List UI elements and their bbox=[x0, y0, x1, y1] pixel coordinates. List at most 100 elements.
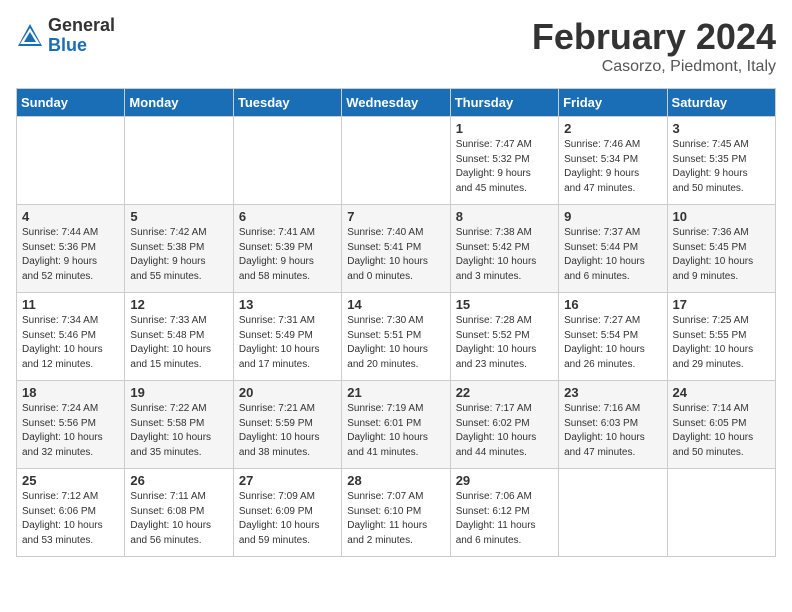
day-info: Sunrise: 7:06 AM Sunset: 6:12 PM Dayligh… bbox=[456, 490, 553, 548]
day-info: Sunrise: 7:21 AM Sunset: 5:59 PM Dayligh… bbox=[239, 402, 336, 460]
calendar-cell: 23 Sunrise: 7:16 AM Sunset: 6:03 PM Dayli… bbox=[559, 381, 667, 469]
calendar-cell: 27 Sunrise: 7:09 AM Sunset: 6:09 PM Dayli… bbox=[233, 469, 341, 557]
calendar-cell: 12 Sunrise: 7:33 AM Sunset: 5:48 PM Dayli… bbox=[125, 293, 233, 381]
calendar-cell: 1 Sunrise: 7:47 AM Sunset: 5:32 PM Daylig… bbox=[450, 117, 558, 205]
calendar-cell: 26 Sunrise: 7:11 AM Sunset: 6:08 PM Dayli… bbox=[125, 469, 233, 557]
day-info: Sunrise: 7:36 AM Sunset: 5:45 PM Dayligh… bbox=[673, 226, 770, 284]
calendar-cell: 29 Sunrise: 7:06 AM Sunset: 6:12 PM Dayli… bbox=[450, 469, 558, 557]
day-number: 4 bbox=[22, 209, 119, 224]
calendar-week-row: 1 Sunrise: 7:47 AM Sunset: 5:32 PM Daylig… bbox=[17, 117, 776, 205]
calendar-cell: 19Sunrise: 7:22 AM Sunset: 5:58 PM Dayli… bbox=[125, 381, 233, 469]
day-number: 8 bbox=[456, 209, 553, 224]
month-title: February 2024 bbox=[532, 16, 776, 58]
day-info: Sunrise: 7:33 AM Sunset: 5:48 PM Dayligh… bbox=[130, 314, 227, 372]
calendar-cell: 8Sunrise: 7:38 AM Sunset: 5:42 PM Daylig… bbox=[450, 205, 558, 293]
day-info: Sunrise: 7:31 AM Sunset: 5:49 PM Dayligh… bbox=[239, 314, 336, 372]
calendar-week-row: 4 Sunrise: 7:44 AM Sunset: 5:36 PM Daylig… bbox=[17, 205, 776, 293]
day-info: Sunrise: 7:42 AM Sunset: 5:38 PM Dayligh… bbox=[130, 226, 227, 284]
day-number: 17 bbox=[673, 297, 770, 312]
calendar-week-row: 18Sunrise: 7:24 AM Sunset: 5:56 PM Dayli… bbox=[17, 381, 776, 469]
calendar-cell: 16 Sunrise: 7:27 AM Sunset: 5:54 PM Dayli… bbox=[559, 293, 667, 381]
day-info: Sunrise: 7:25 AM Sunset: 5:55 PM Dayligh… bbox=[673, 314, 770, 372]
day-number: 2 bbox=[564, 121, 661, 136]
calendar-cell: 9Sunrise: 7:37 AM Sunset: 5:44 PM Daylig… bbox=[559, 205, 667, 293]
day-of-week-header: Thursday bbox=[450, 89, 558, 117]
calendar-cell: 2Sunrise: 7:46 AM Sunset: 5:34 PM Daylig… bbox=[559, 117, 667, 205]
location-title: Casorzo, Piedmont, Italy bbox=[532, 58, 776, 76]
day-number: 1 bbox=[456, 121, 553, 136]
day-number: 19 bbox=[130, 385, 227, 400]
day-number: 14 bbox=[347, 297, 444, 312]
calendar-header-row: SundayMondayTuesdayWednesdayThursdayFrid… bbox=[17, 89, 776, 117]
calendar-body: 1 Sunrise: 7:47 AM Sunset: 5:32 PM Daylig… bbox=[17, 117, 776, 557]
day-info: Sunrise: 7:41 AM Sunset: 5:39 PM Dayligh… bbox=[239, 226, 336, 284]
calendar-cell: 20Sunrise: 7:21 AM Sunset: 5:59 PM Dayli… bbox=[233, 381, 341, 469]
day-of-week-header: Saturday bbox=[667, 89, 775, 117]
logo: General Blue bbox=[16, 16, 115, 56]
logo-icon bbox=[16, 22, 44, 50]
calendar-cell: 14 Sunrise: 7:30 AM Sunset: 5:51 PM Dayli… bbox=[342, 293, 450, 381]
day-number: 23 bbox=[564, 385, 661, 400]
day-number: 29 bbox=[456, 473, 553, 488]
day-of-week-header: Friday bbox=[559, 89, 667, 117]
day-number: 6 bbox=[239, 209, 336, 224]
day-info: Sunrise: 7:14 AM Sunset: 6:05 PM Dayligh… bbox=[673, 402, 770, 460]
calendar-cell: 3Sunrise: 7:45 AM Sunset: 5:35 PM Daylig… bbox=[667, 117, 775, 205]
calendar-cell: 5 Sunrise: 7:42 AM Sunset: 5:38 PM Daylig… bbox=[125, 205, 233, 293]
day-number: 11 bbox=[22, 297, 119, 312]
calendar-cell bbox=[17, 117, 125, 205]
calendar-week-row: 11 Sunrise: 7:34 AM Sunset: 5:46 PM Dayli… bbox=[17, 293, 776, 381]
day-info: Sunrise: 7:19 AM Sunset: 6:01 PM Dayligh… bbox=[347, 402, 444, 460]
day-number: 13 bbox=[239, 297, 336, 312]
calendar-week-row: 25 Sunrise: 7:12 AM Sunset: 6:06 PM Dayli… bbox=[17, 469, 776, 557]
day-info: Sunrise: 7:28 AM Sunset: 5:52 PM Dayligh… bbox=[456, 314, 553, 372]
day-info: Sunrise: 7:17 AM Sunset: 6:02 PM Dayligh… bbox=[456, 402, 553, 460]
header: General Blue February 2024 Casorzo, Pied… bbox=[16, 16, 776, 76]
calendar-cell: 18Sunrise: 7:24 AM Sunset: 5:56 PM Dayli… bbox=[17, 381, 125, 469]
calendar-cell: 21Sunrise: 7:19 AM Sunset: 6:01 PM Dayli… bbox=[342, 381, 450, 469]
day-info: Sunrise: 7:44 AM Sunset: 5:36 PM Dayligh… bbox=[22, 226, 119, 284]
calendar-cell: 15 Sunrise: 7:28 AM Sunset: 5:52 PM Dayli… bbox=[450, 293, 558, 381]
day-info: Sunrise: 7:24 AM Sunset: 5:56 PM Dayligh… bbox=[22, 402, 119, 460]
day-info: Sunrise: 7:30 AM Sunset: 5:51 PM Dayligh… bbox=[347, 314, 444, 372]
calendar-cell: 13 Sunrise: 7:31 AM Sunset: 5:49 PM Dayli… bbox=[233, 293, 341, 381]
day-info: Sunrise: 7:37 AM Sunset: 5:44 PM Dayligh… bbox=[564, 226, 661, 284]
calendar-cell bbox=[125, 117, 233, 205]
day-number: 7 bbox=[347, 209, 444, 224]
calendar-table: SundayMondayTuesdayWednesdayThursdayFrid… bbox=[16, 88, 776, 557]
calendar-cell bbox=[233, 117, 341, 205]
day-info: Sunrise: 7:11 AM Sunset: 6:08 PM Dayligh… bbox=[130, 490, 227, 548]
day-info: Sunrise: 7:47 AM Sunset: 5:32 PM Dayligh… bbox=[456, 138, 553, 196]
calendar-cell: 6 Sunrise: 7:41 AM Sunset: 5:39 PM Daylig… bbox=[233, 205, 341, 293]
day-number: 26 bbox=[130, 473, 227, 488]
calendar-cell: 7Sunrise: 7:40 AM Sunset: 5:41 PM Daylig… bbox=[342, 205, 450, 293]
day-number: 25 bbox=[22, 473, 119, 488]
day-info: Sunrise: 7:07 AM Sunset: 6:10 PM Dayligh… bbox=[347, 490, 444, 548]
day-info: Sunrise: 7:27 AM Sunset: 5:54 PM Dayligh… bbox=[564, 314, 661, 372]
calendar-cell bbox=[667, 469, 775, 557]
day-info: Sunrise: 7:12 AM Sunset: 6:06 PM Dayligh… bbox=[22, 490, 119, 548]
logo-blue-text: Blue bbox=[48, 36, 115, 56]
day-number: 27 bbox=[239, 473, 336, 488]
day-info: Sunrise: 7:34 AM Sunset: 5:46 PM Dayligh… bbox=[22, 314, 119, 372]
calendar-cell: 24 Sunrise: 7:14 AM Sunset: 6:05 PM Dayli… bbox=[667, 381, 775, 469]
day-number: 15 bbox=[456, 297, 553, 312]
day-info: Sunrise: 7:16 AM Sunset: 6:03 PM Dayligh… bbox=[564, 402, 661, 460]
calendar-cell bbox=[559, 469, 667, 557]
logo-general-text: General bbox=[48, 16, 115, 36]
calendar-cell: 22Sunrise: 7:17 AM Sunset: 6:02 PM Dayli… bbox=[450, 381, 558, 469]
calendar-cell bbox=[342, 117, 450, 205]
calendar-cell: 17 Sunrise: 7:25 AM Sunset: 5:55 PM Dayli… bbox=[667, 293, 775, 381]
day-of-week-header: Sunday bbox=[17, 89, 125, 117]
day-of-week-header: Tuesday bbox=[233, 89, 341, 117]
title-area: February 2024 Casorzo, Piedmont, Italy bbox=[532, 16, 776, 76]
day-info: Sunrise: 7:09 AM Sunset: 6:09 PM Dayligh… bbox=[239, 490, 336, 548]
day-number: 28 bbox=[347, 473, 444, 488]
day-number: 12 bbox=[130, 297, 227, 312]
day-of-week-header: Monday bbox=[125, 89, 233, 117]
calendar-cell: 25 Sunrise: 7:12 AM Sunset: 6:06 PM Dayli… bbox=[17, 469, 125, 557]
day-number: 24 bbox=[673, 385, 770, 400]
day-number: 16 bbox=[564, 297, 661, 312]
day-number: 5 bbox=[130, 209, 227, 224]
day-info: Sunrise: 7:45 AM Sunset: 5:35 PM Dayligh… bbox=[673, 138, 770, 196]
